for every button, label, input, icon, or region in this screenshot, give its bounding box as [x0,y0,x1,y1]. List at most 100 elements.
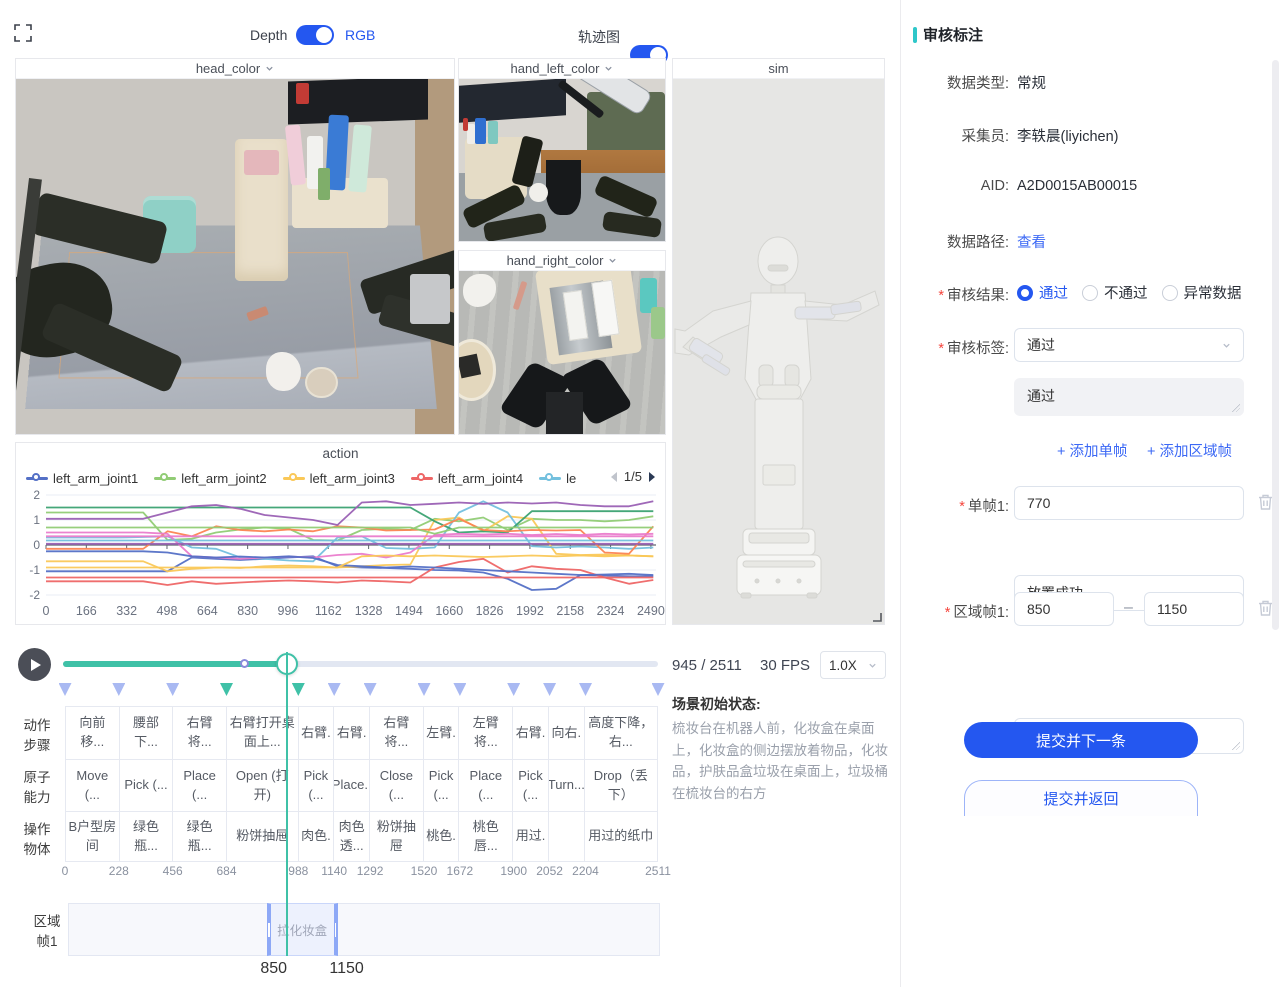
organizer-pink-slot [244,150,279,175]
review-tag-note-textarea[interactable]: 通过 [1014,378,1244,416]
legend-item[interactable]: left_arm_joint1 [26,471,138,486]
depth-rgb-toggle[interactable] [296,25,334,45]
table-cell[interactable]: 右臂将... [173,707,227,759]
region-frame-block[interactable]: 拉化妆盒 [267,903,338,956]
legend-item[interactable]: le [539,471,576,486]
radio-option-通过[interactable]: 通过 [1017,282,1068,303]
radio-icon[interactable] [1082,285,1098,301]
table-cell[interactable]: B户型房间 [66,812,120,861]
table-cell[interactable]: 绿色瓶... [120,812,174,861]
playhead-line[interactable] [286,652,288,956]
region-frame-1-start-input[interactable]: 850 [1014,592,1114,626]
table-cell[interactable]: Pick (... [299,760,335,811]
legend-prev-icon[interactable] [609,471,618,483]
segment-marker[interactable] [507,683,520,696]
tv-screen [459,79,566,123]
legend-item[interactable]: left_arm_joint2 [154,471,266,486]
table-cell[interactable]: 高度下降，右... [585,707,657,759]
table-cell[interactable] [549,812,585,861]
table-cell[interactable]: 右臂. [334,707,370,759]
table-cell[interactable]: 左臂将... [459,707,513,759]
radio-icon[interactable] [1162,285,1178,301]
segment-marker[interactable] [59,683,72,696]
table-cell[interactable]: Place.. [334,760,370,811]
segment-marker[interactable] [220,683,233,696]
segment-marker[interactable] [328,683,341,696]
row-label-region-frame: 区域帧1 [25,912,69,953]
scene-title: 场景初始状态: [672,694,890,714]
objects-row: B户型房间绿色瓶...绿色瓶...粉饼抽屉肉色.肉色透...粉饼抽屉桃色.桃色唇… [65,812,658,862]
table-cell[interactable]: 右臂. [299,707,335,759]
segment-marker[interactable] [292,683,305,696]
camera-title-hand-left[interactable]: hand_left_color [459,59,665,79]
region-frame-1-end-input[interactable]: 1150 [1144,592,1244,626]
segment-marker[interactable] [453,683,466,696]
segment-marker[interactable] [579,683,592,696]
svg-text:0: 0 [33,538,40,552]
legend-next-icon[interactable] [648,471,657,483]
submit-next-button[interactable]: 提交并下一条 [964,722,1198,758]
table-cell[interactable]: 肉色. [299,812,335,861]
review-tag-select[interactable]: 通过 [1014,328,1244,362]
table-cell[interactable]: Move (... [66,760,120,811]
table-cell[interactable]: 腰部下... [120,707,174,759]
table-cell[interactable]: 向前移... [66,707,120,759]
table-cell[interactable]: 用过的纸巾 [585,812,657,861]
radio-option-异常数据[interactable]: 异常数据 [1162,282,1242,303]
segment-marker[interactable] [112,683,125,696]
submit-back-button[interactable]: 提交并返回 [964,780,1198,816]
segments-table: 向前移...腰部下...右臂将...右臂打开桌面上...右臂.右臂.右臂将...… [65,706,658,862]
table-cell[interactable]: 右臂将... [370,707,424,759]
sim-viewport[interactable] [673,79,884,624]
table-cell[interactable]: 粉饼抽屉 [370,812,424,861]
region-frame-track[interactable]: 拉化妆盒 [68,903,660,956]
range-dash: – [1124,599,1133,617]
table-cell[interactable]: Pick (... [120,760,174,811]
table-cell[interactable]: 桃色唇... [459,812,513,861]
table-cell[interactable]: Pick (... [513,760,549,811]
segment-marker[interactable] [543,683,556,696]
chart-title: action [16,443,665,461]
table-cell[interactable]: 左臂. [424,707,460,759]
camera-title-hand-right[interactable]: hand_right_color [459,251,665,271]
table-cell[interactable]: 向右. [549,707,585,759]
action-line-chart[interactable]: 210-1-2016633249866483099611621328149416… [16,489,665,622]
fullscreen-icon[interactable] [14,24,32,42]
camera-title-head[interactable]: head_color [16,59,454,79]
frame-tick-label: 0 [62,864,69,878]
speed-select[interactable]: 1.0X [820,651,886,679]
table-cell[interactable]: 用过. [513,812,549,861]
resize-grip-icon[interactable] [1232,742,1240,750]
panel-scrollbar[interactable] [1272,60,1279,630]
table-cell[interactable]: Pick (... [424,760,460,811]
segment-marker[interactable] [364,683,377,696]
fps-text: 30 FPS [760,657,810,674]
segment-marker[interactable] [418,683,431,696]
add-region-frame-link[interactable]: + 添加区域帧 [1147,440,1232,461]
right-arm-link [410,274,449,324]
segment-marker[interactable] [652,683,665,696]
resize-grip-icon[interactable] [1232,404,1240,412]
table-cell[interactable]: Place (... [173,760,227,811]
table-cell[interactable]: 绿色瓶... [173,812,227,861]
camera-panel-head: head_color [15,58,455,435]
add-single-frame-link[interactable]: + 添加单帧 [1057,440,1128,461]
table-cell[interactable]: Close (... [370,760,424,811]
legend-item[interactable]: left_arm_joint3 [283,471,395,486]
segment-marker[interactable] [166,683,179,696]
table-cell[interactable]: 桃色. [424,812,460,861]
radio-icon[interactable] [1017,285,1033,301]
legend-item[interactable]: left_arm_joint4 [411,471,523,486]
single-frame-1-input[interactable]: 770 [1014,486,1244,520]
play-button[interactable] [18,648,51,681]
table-cell[interactable]: Turn... [549,760,585,811]
data-path-view-link[interactable]: 查看 [1017,231,1046,252]
radio-option-不通过[interactable]: 不通过 [1082,282,1148,303]
depth-label: Depth [250,27,287,43]
resize-handle-icon[interactable] [870,610,882,622]
scene-description: 梳妆台在机器人前，化妆盒在桌面上，化妆盒的侧边摆放着物品，化妆品，护肤品盒垃圾在… [672,718,890,804]
table-cell[interactable]: Place (... [459,760,513,811]
table-cell[interactable]: 右臂. [513,707,549,759]
table-cell[interactable]: Drop（丢下） [585,760,657,811]
table-cell[interactable]: 肉色透... [334,812,370,861]
